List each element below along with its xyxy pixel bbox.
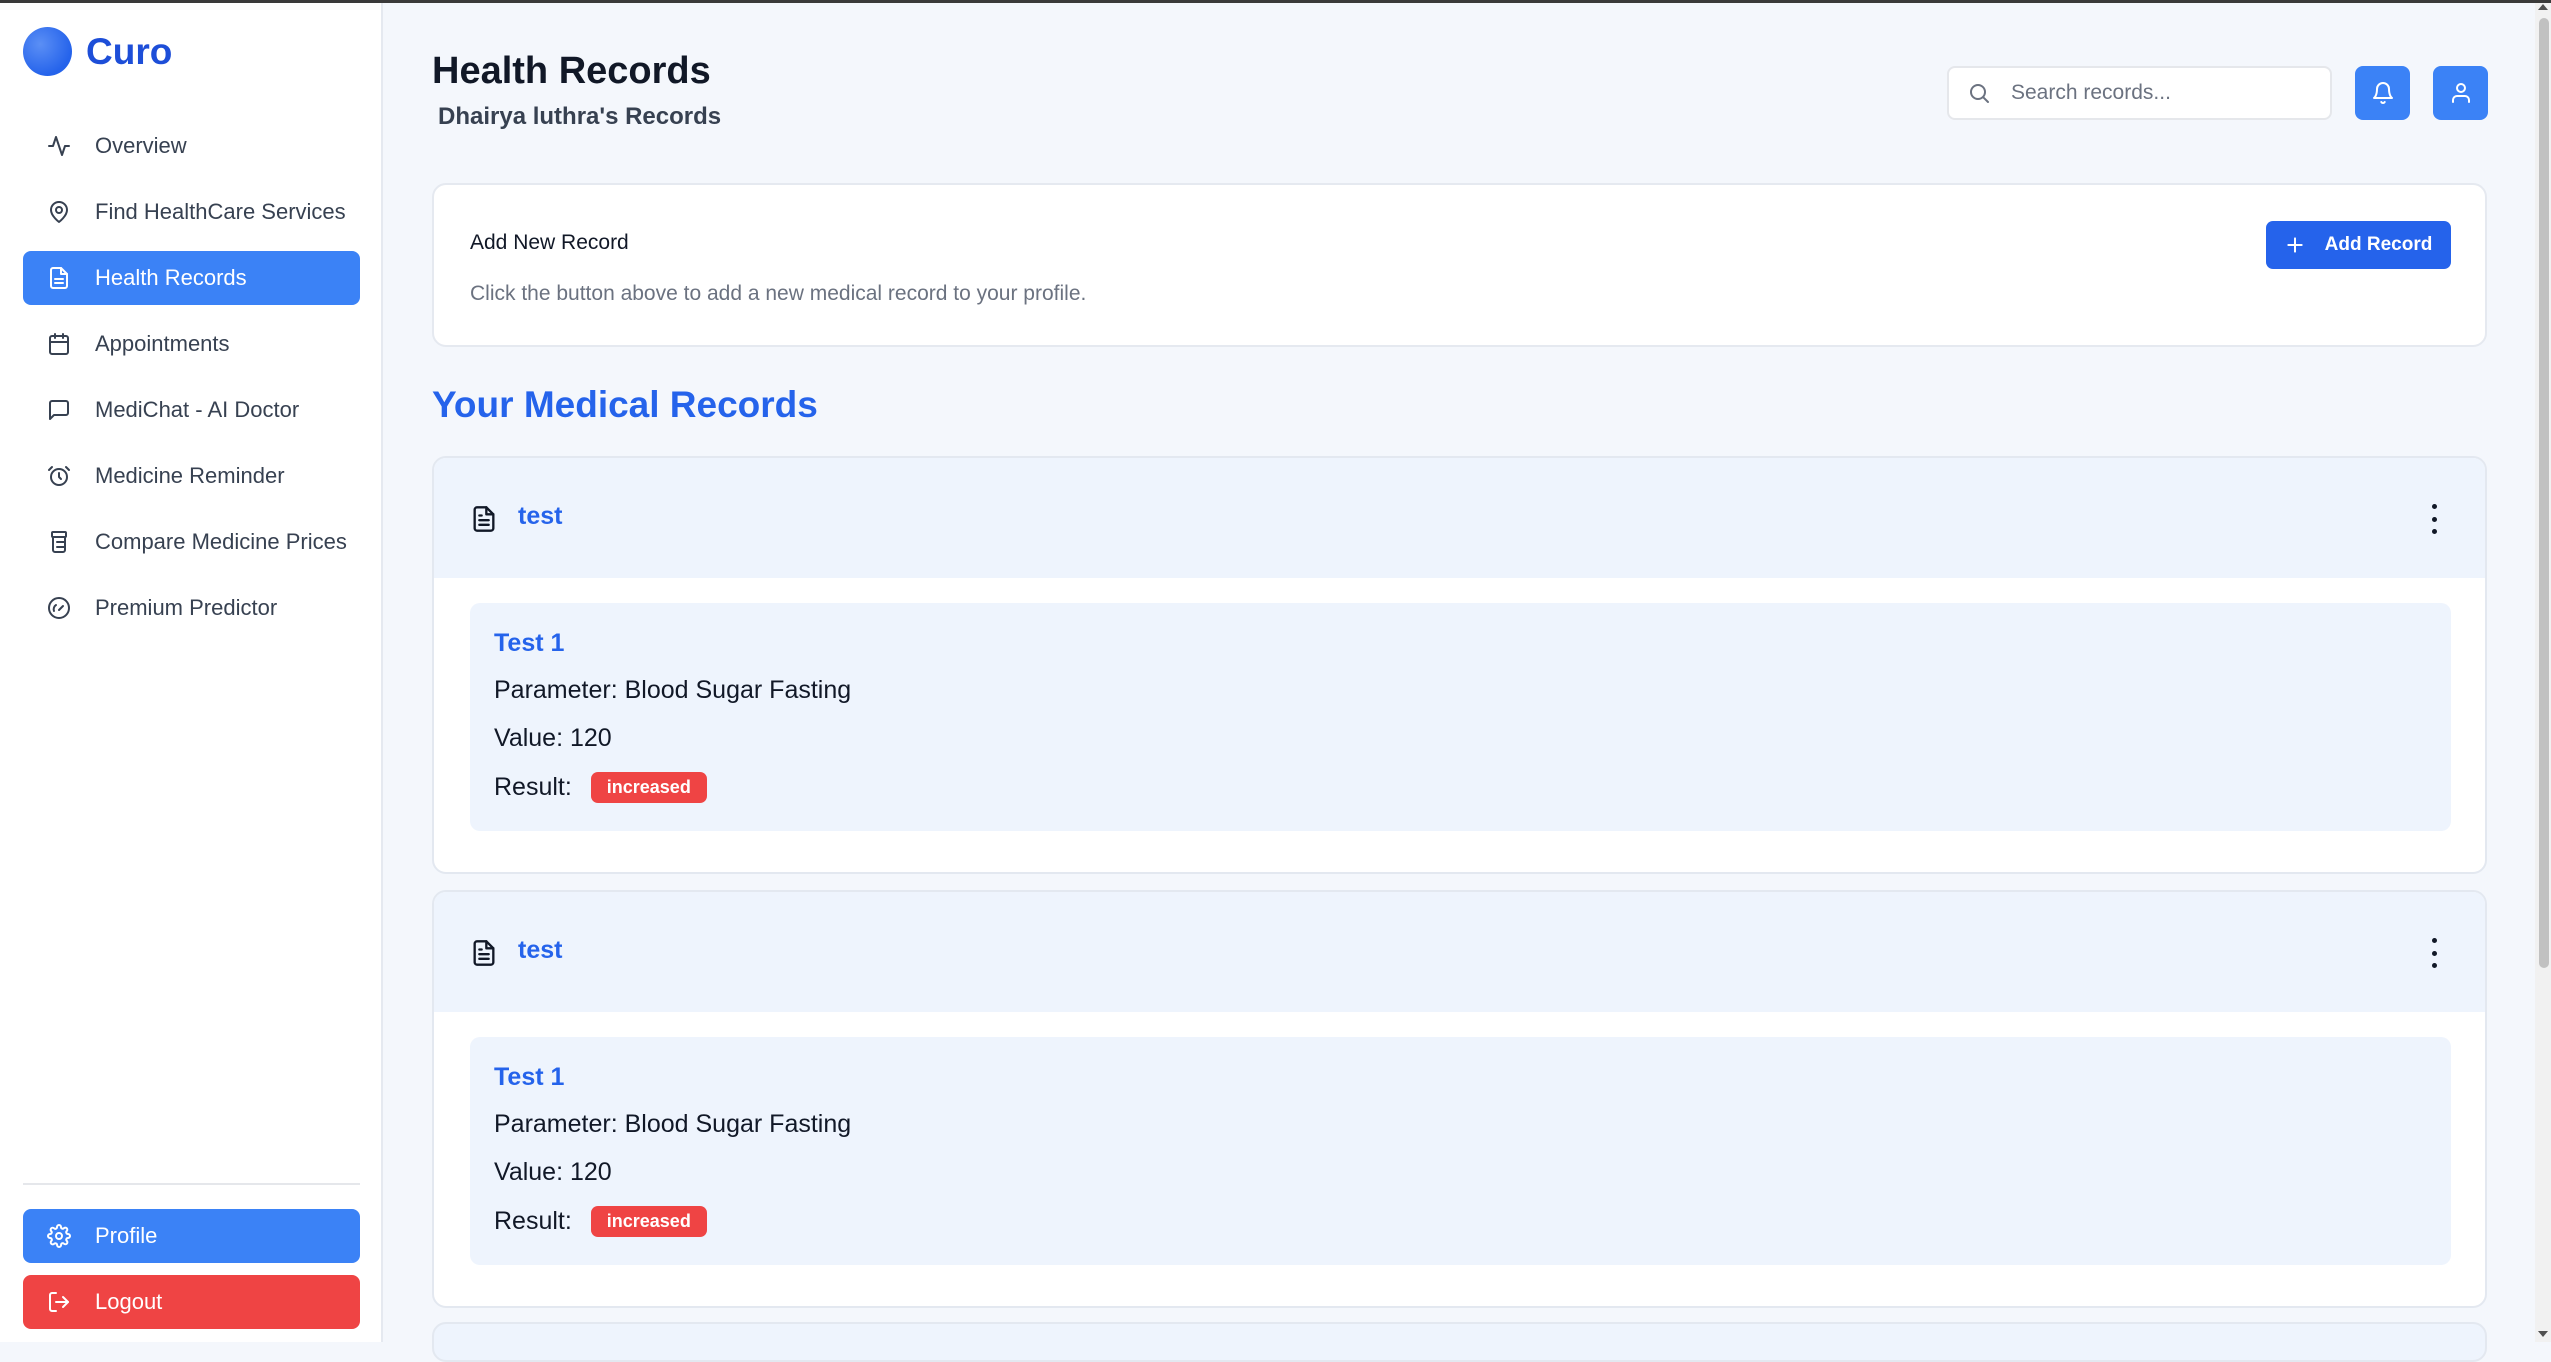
sidebar-item-overview[interactable]: Overview: [23, 119, 360, 173]
brand-name: Curo: [86, 30, 173, 72]
sidebar-item-find-healthcare[interactable]: Find HealthCare Services: [23, 185, 360, 239]
profile-button[interactable]: Profile: [23, 1209, 360, 1263]
parameter-value: Blood Sugar Fasting: [624, 676, 852, 704]
record-card: test Test 1 Parameter: Blood Sugar Fasti…: [432, 890, 2487, 1308]
sidebar-item-medichat[interactable]: MediChat - AI Doctor: [23, 383, 360, 437]
record-name: test: [518, 502, 563, 530]
search-box[interactable]: [1947, 66, 2332, 120]
sidebar-item-label: Compare Medicine Prices: [95, 529, 347, 554]
logo-icon: [23, 27, 72, 76]
parameter-value: Blood Sugar Fasting: [624, 1110, 852, 1138]
gear-icon: [47, 1224, 71, 1248]
test-parameter-row: Parameter: Blood Sugar Fasting: [494, 1110, 851, 1139]
sidebar-item-label: Find HealthCare Services: [95, 199, 346, 224]
scroll-down-arrow-icon[interactable]: [2538, 1331, 2548, 1337]
add-record-label: Add Record: [2324, 234, 2433, 255]
profile-label: Profile: [95, 1223, 158, 1248]
add-record-title: Add New Record: [470, 231, 629, 254]
record-header[interactable]: test: [434, 458, 2485, 578]
record-card-partial: [432, 1322, 2487, 1362]
brand[interactable]: Curo: [23, 27, 172, 76]
bell-icon: [2371, 81, 2395, 105]
test-value-row: Value: 120: [494, 724, 612, 753]
sidebar-item-label: Appointments: [95, 331, 230, 356]
sidebar: Curo Overview Find HealthCare Services H…: [0, 3, 383, 1342]
value-label: Value:: [494, 724, 564, 752]
logout-button[interactable]: Logout: [23, 1275, 360, 1329]
message-square-icon: [47, 398, 71, 422]
sidebar-item-compare-prices[interactable]: Compare Medicine Prices: [23, 515, 360, 569]
sidebar-item-label: Premium Predictor: [95, 595, 278, 620]
calendar-icon: [47, 332, 71, 356]
logout-icon: [47, 1290, 71, 1314]
map-pin-icon: [47, 200, 71, 224]
page-subtitle: Dhairya luthra's Records: [438, 103, 722, 130]
sidebar-item-health-records[interactable]: Health Records: [23, 251, 360, 305]
user-icon: [2449, 81, 2473, 105]
sidebar-item-medicine-reminder[interactable]: Medicine Reminder: [23, 449, 360, 503]
scrollbar-thumb[interactable]: [2539, 18, 2549, 968]
value-value: 120: [569, 1158, 612, 1186]
activity-icon: [47, 134, 71, 158]
parameter-label: Parameter:: [494, 1110, 618, 1138]
test-result-row: Result: increased: [494, 1206, 707, 1237]
alarm-clock-icon: [47, 464, 71, 488]
sidebar-item-appointments[interactable]: Appointments: [23, 317, 360, 371]
scroll-up-arrow-icon[interactable]: [2538, 4, 2548, 10]
result-label: Result:: [494, 1207, 572, 1235]
pill-bottle-icon: [47, 530, 71, 554]
record-card: test Test 1 Parameter: Blood Sugar Fasti…: [432, 456, 2487, 874]
plus-icon: [2285, 235, 2305, 255]
more-vertical-icon[interactable]: [2429, 938, 2439, 968]
test-result-box: Test 1 Parameter: Blood Sugar Fasting Va…: [470, 603, 2451, 831]
file-text-icon: [47, 266, 71, 290]
status-badge: increased: [590, 772, 707, 803]
test-value-row: Value: 120: [494, 1158, 612, 1187]
add-record-button[interactable]: Add Record: [2266, 221, 2451, 269]
file-text-icon: [470, 938, 498, 968]
record-name: test: [518, 936, 563, 964]
test-result-row: Result: increased: [494, 772, 707, 803]
value-label: Value:: [494, 1158, 564, 1186]
user-menu-button[interactable]: [2433, 66, 2488, 120]
test-parameter-row: Parameter: Blood Sugar Fasting: [494, 676, 851, 705]
search-input[interactable]: [2009, 80, 2313, 106]
sidebar-item-premium-predictor[interactable]: Premium Predictor: [23, 581, 360, 635]
search-icon: [1967, 81, 1991, 105]
sidebar-item-label: Health Records: [95, 265, 247, 290]
section-title: Your Medical Records: [432, 384, 818, 425]
sidebar-item-label: MediChat - AI Doctor: [95, 397, 300, 422]
more-vertical-icon[interactable]: [2429, 504, 2439, 534]
notifications-button[interactable]: [2355, 66, 2410, 120]
test-name: Test 1: [494, 1063, 565, 1091]
result-label: Result:: [494, 773, 572, 801]
test-result-box: Test 1 Parameter: Blood Sugar Fasting Va…: [470, 1037, 2451, 1265]
status-badge: increased: [590, 1206, 707, 1237]
sidebar-nav: Overview Find HealthCare Services Health…: [23, 119, 360, 647]
value-value: 120: [569, 724, 612, 752]
sidebar-item-label: Medicine Reminder: [95, 463, 285, 488]
add-record-card: Add New Record Click the button above to…: [432, 183, 2487, 347]
page-title: Health Records: [432, 50, 711, 92]
record-header[interactable]: test: [434, 892, 2485, 1012]
file-text-icon: [470, 504, 498, 534]
logout-label: Logout: [95, 1289, 163, 1314]
sidebar-item-label: Overview: [95, 133, 187, 158]
parameter-label: Parameter:: [494, 676, 618, 704]
gauge-icon: [47, 596, 71, 620]
add-record-description: Click the button above to add a new medi…: [470, 282, 1087, 305]
test-name: Test 1: [494, 629, 565, 657]
sidebar-divider: [23, 1183, 360, 1185]
